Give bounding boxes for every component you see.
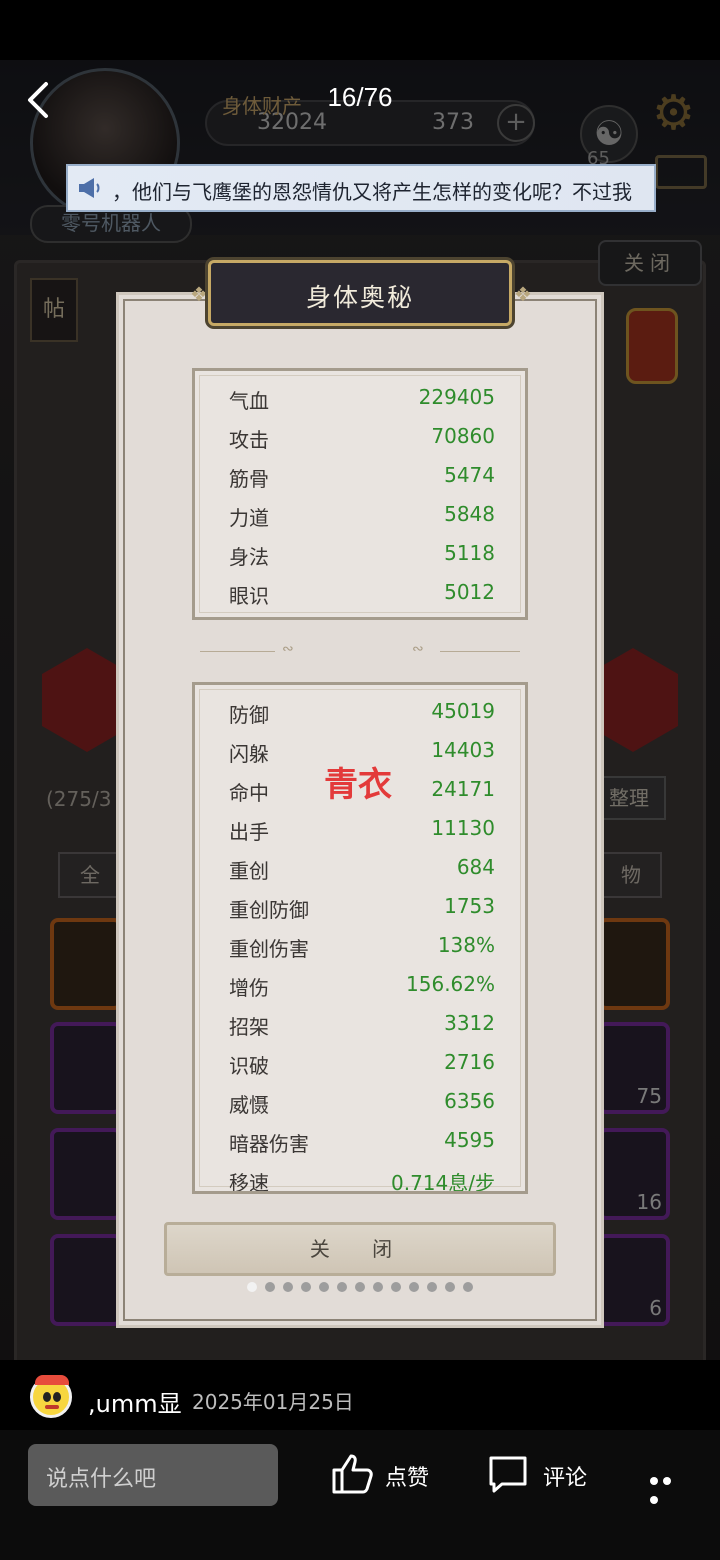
stat-label: 攻击: [229, 428, 269, 452]
stat-value: 156.62%: [406, 972, 495, 996]
stat-label: 重创防御: [229, 898, 309, 922]
stat-value: 45019: [431, 699, 495, 723]
stat-value: 3312: [444, 1011, 495, 1035]
megaphone-icon: [79, 178, 100, 198]
stat-row: 攻击 70860: [229, 424, 495, 454]
status-area: [0, 0, 720, 60]
stat-value: 229405: [418, 385, 495, 409]
stat-row: 力道 5848: [229, 502, 495, 532]
dialog-title: 身体奥秘: [305, 283, 414, 312]
stat-value: 5118: [444, 541, 495, 565]
stat-label: 重创: [229, 859, 269, 883]
page-indicator: [0, 1277, 720, 1296]
post-author-line: ,umm显 2025年01月25日: [0, 1360, 720, 1430]
notice-banner: ，他们与飞鹰堡的恩怨情仇又将产生怎样的变化呢？不过我: [66, 164, 656, 212]
stat-label: 识破: [229, 1054, 269, 1078]
stat-label: 防御: [229, 703, 269, 727]
primary-stats-box: 气血 229405 攻击 70860 筋骨 5474 力道 5848 身法 5118 眼识…: [192, 368, 528, 620]
stat-row: 移速 0.714息/步: [229, 1167, 495, 1194]
notice-text: ，他们与飞鹰堡的恩怨情仇又将产生怎样的变化呢？不过我: [112, 180, 632, 204]
bottom-action-bar: 说点什么吧 点赞 评论: [0, 1430, 720, 1560]
stat-value: 2716: [444, 1050, 495, 1074]
stat-row: 气血 229405: [229, 385, 495, 415]
stat-value: 684: [456, 855, 495, 879]
stat-row: 身法 5118: [229, 541, 495, 571]
stat-value: 11130: [431, 816, 495, 840]
comment-input[interactable]: 说点什么吧: [28, 1444, 278, 1506]
stat-row: 出手 11130: [229, 816, 495, 846]
stat-row: 重创伤害 138%: [229, 933, 495, 963]
stat-label: 移速: [229, 1171, 269, 1194]
username[interactable]: ,umm显: [88, 1384, 182, 1419]
stat-label: 命中: [229, 781, 269, 805]
like-label[interactable]: 点赞: [385, 1460, 429, 1492]
stat-value: 1753: [444, 894, 495, 918]
stat-value: 5012: [444, 580, 495, 604]
stat-value: 138%: [437, 933, 495, 957]
stat-value: 14403: [431, 738, 495, 762]
stat-label: 重创伤害: [229, 937, 309, 961]
stat-label: 闪躲: [229, 742, 269, 766]
stat-row: 眼识 5012: [229, 580, 495, 610]
stat-label: 眼识: [229, 584, 269, 608]
comment-input-placeholder: 说点什么吧: [46, 1467, 157, 1492]
game-screenshot: 32024 373 + 身体财产 ☯ 65 ⚙ 零号机器人 ，他们与飞鹰堡的恩怨…: [0, 60, 720, 1360]
stat-row: 重创 684: [229, 855, 495, 885]
stat-label: 招架: [229, 1015, 269, 1039]
section-divider: ∾ ∾: [200, 641, 520, 657]
stat-value: 0.714息/步: [391, 1171, 495, 1194]
title-ornament-left: ❖: [190, 282, 208, 306]
comment-icon[interactable]: [488, 1454, 528, 1494]
stat-value: 5474: [444, 463, 495, 487]
stat-label: 力道: [229, 506, 269, 530]
stat-label: 增伤: [229, 976, 269, 1000]
stat-value: 6356: [444, 1089, 495, 1113]
close-button[interactable]: 关 闭: [164, 1222, 556, 1276]
stat-label: 威慑: [229, 1093, 269, 1117]
stat-value: 70860: [431, 424, 495, 448]
stat-value: 24171: [431, 777, 495, 801]
comment-label[interactable]: 评论: [543, 1460, 587, 1492]
stat-row: 防御 45019: [229, 699, 495, 729]
more-options-icon[interactable]: [650, 1470, 688, 1504]
stat-value: 5848: [444, 502, 495, 526]
stat-row: 招架 3312: [229, 1011, 495, 1041]
stat-row: 增伤 156.62%: [229, 972, 495, 1002]
stat-label: 暗器伤害: [229, 1132, 309, 1156]
watermark-text: 青衣: [324, 765, 392, 805]
title-ornament-right: ❖: [514, 282, 532, 306]
stat-row: 识破 2716: [229, 1050, 495, 1080]
stat-row: 威慑 6356: [229, 1089, 495, 1119]
stat-row: 重创防御 1753: [229, 894, 495, 924]
stat-row: 暗器伤害 4595: [229, 1128, 495, 1158]
stat-label: 身法: [229, 545, 269, 569]
post-date: 2025年01月25日: [192, 1390, 354, 1414]
stat-label: 出手: [229, 820, 269, 844]
stat-label: 气血: [229, 389, 269, 413]
viewer-header: 16/76: [0, 60, 720, 140]
stat-label: 筋骨: [229, 467, 269, 491]
stat-value: 4595: [444, 1128, 495, 1152]
page-counter: 16/76: [327, 82, 393, 112]
avatar[interactable]: [30, 1375, 72, 1418]
thumbs-up-icon[interactable]: [330, 1452, 376, 1496]
dialog-title-plate: 身体奥秘: [208, 260, 512, 326]
stat-row: 筋骨 5474: [229, 463, 495, 493]
